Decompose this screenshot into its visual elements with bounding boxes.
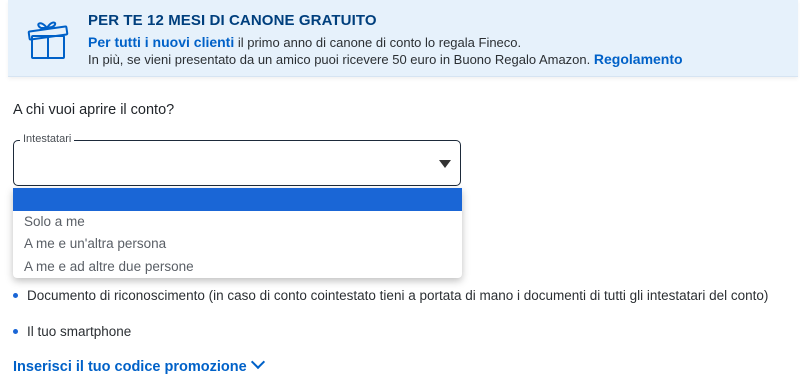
option-empty[interactable] <box>13 188 462 211</box>
account-question: A chi vuoi aprire il conto? <box>13 102 175 118</box>
option-solo-a-me[interactable]: Solo a me <box>13 211 462 234</box>
bullet-dot-icon <box>13 328 18 334</box>
intestatari-select[interactable]: Intestatari <box>13 133 461 186</box>
bullet-text: Il tuo smartphone <box>27 324 132 339</box>
banner-line2-text: In più, se vieni presentato da un amico … <box>88 52 591 67</box>
bullet-dot-icon <box>13 292 18 298</box>
bullet-text: Documento di riconoscimento (in caso di … <box>27 288 769 303</box>
promo-banner: PER TE 12 MESI DI CANONE GRATUITO Per tu… <box>8 0 798 77</box>
chevron-down-icon[interactable] <box>250 354 265 370</box>
promo-code-toggle[interactable]: Inserisci il tuo codice promozione <box>13 354 265 375</box>
banner-title: PER TE 12 MESI DI CANONE GRATUITO <box>88 12 377 29</box>
select-label: Intestatari <box>20 133 75 145</box>
list-item: Documento di riconoscimento (in caso di … <box>13 288 768 303</box>
caret-down-icon[interactable] <box>439 160 451 168</box>
regolamento-link[interactable]: Regolamento <box>594 51 683 67</box>
gift-icon <box>27 21 69 59</box>
promo-code-label[interactable]: Inserisci il tuo codice promozione <box>13 359 247 375</box>
banner-line1-text: il primo anno di canone di conto lo rega… <box>234 35 522 50</box>
option-altre-due-persone[interactable]: A me e ad altre due persone <box>13 256 462 279</box>
new-clients-link[interactable]: Per tutti i nuovi clienti <box>88 34 234 50</box>
list-item: Il tuo smartphone <box>13 324 131 339</box>
intestatari-dropdown: Solo a me A me e un'altra persona A me e… <box>13 188 462 278</box>
option-un-altra-persona[interactable]: A me e un'altra persona <box>13 233 462 256</box>
